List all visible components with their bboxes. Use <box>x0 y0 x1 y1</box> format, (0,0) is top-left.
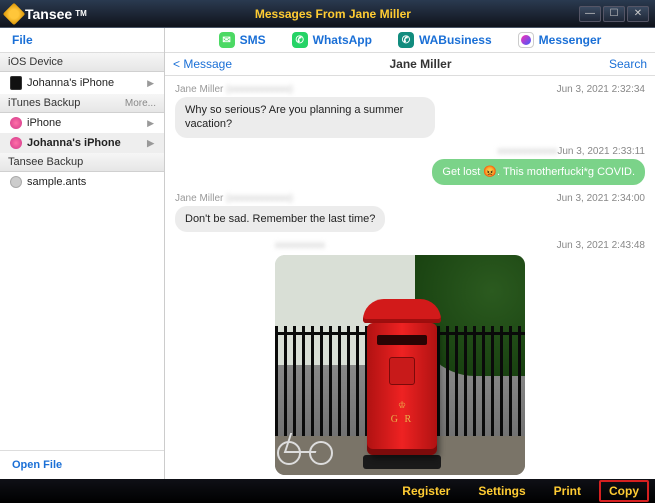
ants-icon <box>10 176 22 188</box>
device-label: sample.ants <box>27 176 86 188</box>
settings-button[interactable]: Settings <box>468 480 535 502</box>
message-row: Jun 3, 2021 2:43:48 xxxxxxxxxx <box>175 240 645 475</box>
titlebar: TanseeTM Messages From Jane Miller — ☐ ✕ <box>0 0 655 28</box>
tab-wabusiness[interactable]: ✆WABusiness <box>398 32 492 48</box>
messenger-icon <box>518 32 534 48</box>
message-bubble-out: Get lost 😡. This motherfucki*g COVID. <box>432 159 645 185</box>
app-logo: TanseeTM <box>6 6 87 22</box>
main-panel: ✉SMS ✆WhatsApp ✆WABusiness Messenger < M… <box>165 28 655 479</box>
whatsapp-icon: ✆ <box>292 32 308 48</box>
message-type-tabs: ✉SMS ✆WhatsApp ✆WABusiness Messenger <box>165 28 655 53</box>
device-label: Johanna's iPhone <box>27 77 114 89</box>
search-button[interactable]: Search <box>609 57 647 71</box>
copy-button[interactable]: Copy <box>599 480 649 502</box>
open-file-button[interactable]: Open File <box>0 450 164 479</box>
window-title: Messages From Jane Miller <box>87 7 579 21</box>
message-bubble-in: Why so serious? Are you planning a summe… <box>175 97 435 138</box>
device-label: iPhone <box>27 117 61 129</box>
message-photo[interactable]: ♔ G R <box>275 255 525 475</box>
section-itunes-backup: iTunes Backup More... <box>0 94 164 113</box>
itunes-icon <box>10 137 22 149</box>
itunes-icon <box>10 117 22 129</box>
tm-text: TM <box>75 9 87 18</box>
minimize-button[interactable]: — <box>579 6 601 22</box>
more-link[interactable]: More... <box>125 98 156 109</box>
message-row: Jun 3, 2021 2:33:11 xxxxxxxxxxxx Get los… <box>175 146 645 185</box>
message-bubble-in: Don't be sad. Remember the last time? <box>175 206 385 232</box>
phone-icon <box>10 76 22 90</box>
back-button[interactable]: < Message <box>173 57 232 71</box>
section-title: iTunes Backup <box>8 97 80 109</box>
message-row: Jun 3, 2021 2:34:00 Jane Miller (xxxxxxx… <box>175 193 645 232</box>
bicycle-graphic <box>277 421 337 465</box>
message-sender: xxxxxxxxxxxx <box>175 146 645 157</box>
message-row: Jun 3, 2021 2:32:34 Jane Miller (xxxxxxx… <box>175 84 645 138</box>
section-tansee-backup: Tansee Backup <box>0 153 164 172</box>
brand-text: Tansee <box>25 6 72 22</box>
close-button[interactable]: ✕ <box>627 6 649 22</box>
itunes-item-iphone[interactable]: iPhone ▶ <box>0 113 164 133</box>
ios-device-item[interactable]: Johanna's iPhone ▶ <box>0 72 164 94</box>
file-tab[interactable]: File <box>0 28 164 53</box>
maximize-button[interactable]: ☐ <box>603 6 625 22</box>
message-sender: xxxxxxxxxx <box>275 240 645 251</box>
window-controls: — ☐ ✕ <box>579 6 649 22</box>
conversation-header: < Message Jane Miller Search <box>165 53 655 76</box>
chevron-right-icon: ▶ <box>147 118 154 129</box>
sms-icon: ✉ <box>219 32 235 48</box>
section-ios-device: iOS Device <box>0 53 164 72</box>
print-button[interactable]: Print <box>544 480 591 502</box>
chevron-right-icon: ▶ <box>147 138 154 149</box>
tansee-backup-item[interactable]: sample.ants <box>0 172 164 192</box>
register-button[interactable]: Register <box>392 480 460 502</box>
tab-sms[interactable]: ✉SMS <box>219 32 266 48</box>
chevron-right-icon: ▶ <box>147 78 154 89</box>
tab-messenger[interactable]: Messenger <box>518 32 602 48</box>
postbox-graphic: ♔ G R <box>363 299 441 469</box>
itunes-item-johanna[interactable]: Johanna's iPhone ▶ <box>0 133 164 153</box>
tab-whatsapp[interactable]: ✆WhatsApp <box>292 32 372 48</box>
section-title: Tansee Backup <box>8 156 83 168</box>
messages-list[interactable]: Jun 3, 2021 2:32:34 Jane Miller (xxxxxxx… <box>165 76 655 479</box>
message-time: Jun 3, 2021 2:32:34 <box>557 84 645 95</box>
logo-icon <box>3 2 26 25</box>
section-title: iOS Device <box>8 56 63 68</box>
device-label: Johanna's iPhone <box>27 137 121 149</box>
sidebar: File iOS Device Johanna's iPhone ▶ iTune… <box>0 28 165 479</box>
bottom-toolbar: Register Settings Print Copy <box>0 479 655 503</box>
message-time: Jun 3, 2021 2:34:00 <box>557 193 645 204</box>
wabusiness-icon: ✆ <box>398 32 414 48</box>
contact-name: Jane Miller <box>232 57 609 71</box>
